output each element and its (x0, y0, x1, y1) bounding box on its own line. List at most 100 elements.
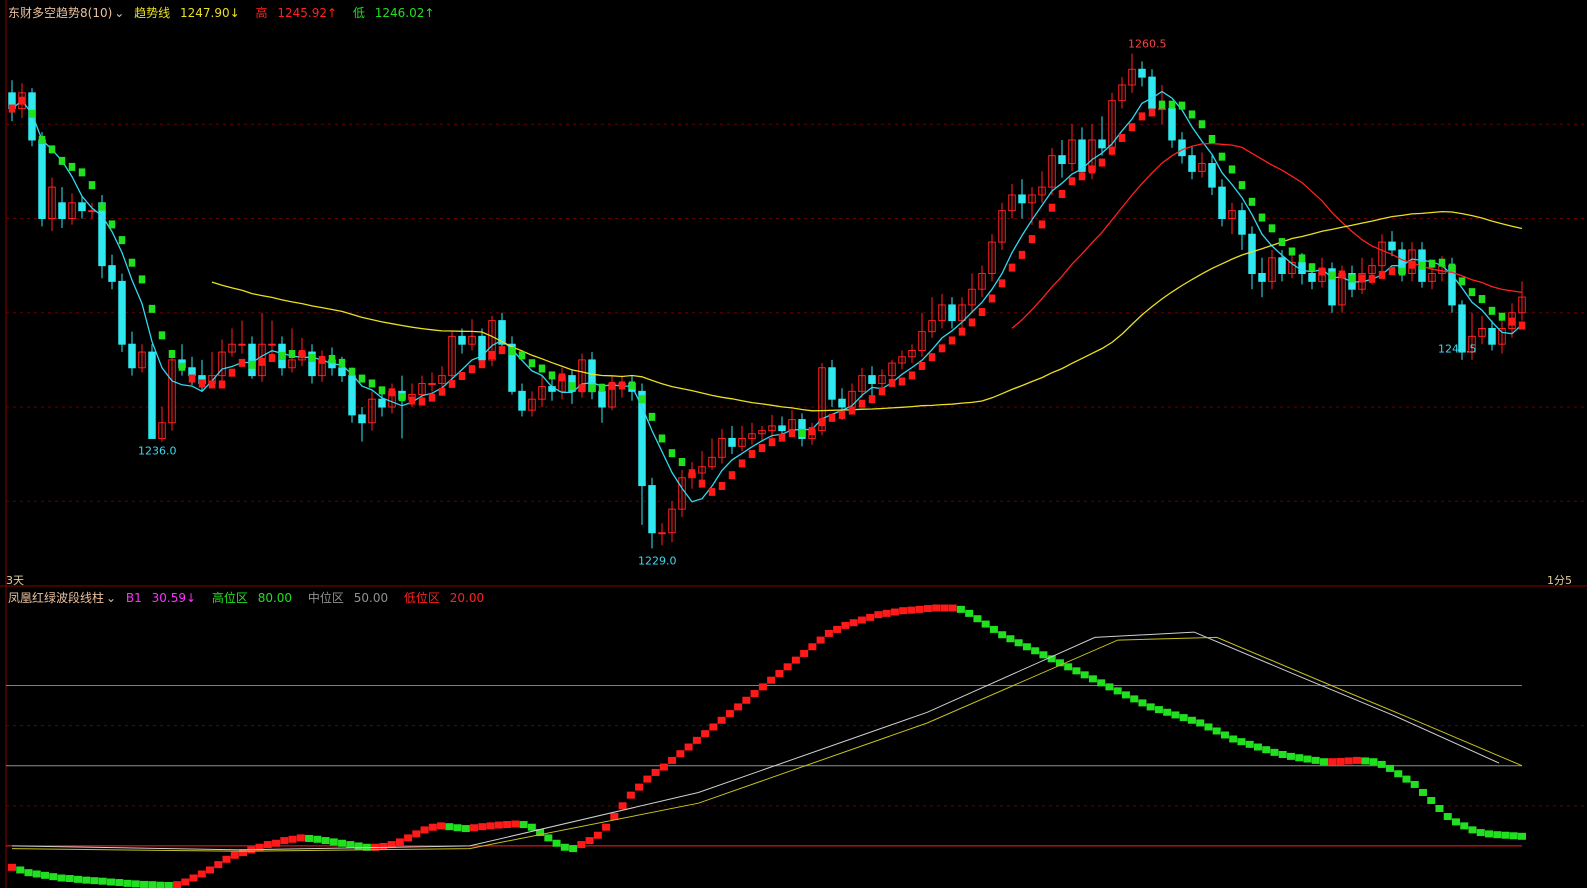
band-bar (1163, 708, 1172, 716)
trend-signal-block (1248, 197, 1256, 206)
trend-signal-block (1278, 238, 1286, 247)
trend-signal-block (128, 258, 136, 267)
band-bar (1394, 770, 1403, 778)
trend-signal-block (928, 353, 936, 362)
trend-signal-block (1338, 270, 1346, 279)
candle-body (1308, 273, 1316, 282)
band-bar (692, 736, 701, 744)
candle-body (188, 367, 196, 377)
band-bar (701, 730, 710, 738)
trend-signal-block (1108, 146, 1116, 155)
band-bar (643, 775, 652, 783)
trend-signal-block (248, 360, 256, 369)
trend-signal-block (1498, 312, 1506, 321)
trend-signal-block (398, 393, 406, 402)
trend-signal-block (568, 382, 576, 391)
trend-signal-block (38, 135, 46, 144)
kline-chart-canvas[interactable]: 1236.0 1229.0 1260.5 1242.5 (0, 0, 1587, 888)
band-bar (882, 609, 891, 617)
band-bar (313, 835, 322, 843)
candle-body (598, 390, 606, 408)
band-bar (1088, 675, 1097, 683)
candle-body (1148, 76, 1156, 110)
band-bar (915, 605, 924, 613)
trend-signal-block (1038, 220, 1046, 229)
band-bar (1022, 643, 1031, 651)
band-bar (833, 625, 842, 633)
candle-body (868, 375, 876, 384)
candle-body (1298, 262, 1306, 275)
band-bar (107, 878, 116, 886)
band-bar (956, 605, 965, 613)
trend-signal-block (1378, 270, 1386, 279)
trend-signal-block (1258, 213, 1266, 222)
trend-signal-block (608, 381, 616, 390)
candle-body (728, 437, 736, 447)
band-bar (791, 656, 800, 664)
band-bar (989, 625, 998, 633)
band-bar (1377, 760, 1386, 768)
trend-signal-block (168, 350, 176, 359)
band-bar (1270, 748, 1279, 756)
candle-body (358, 414, 366, 424)
candle-body (1138, 68, 1146, 78)
band-bar (1303, 755, 1312, 763)
trend-signal-block (778, 433, 786, 442)
candle-body (88, 210, 96, 213)
band-bar (1385, 764, 1394, 772)
band-bar (1220, 731, 1229, 739)
band-bar (486, 822, 495, 830)
trend-signal-block (98, 202, 106, 211)
trend-signal-block (958, 327, 966, 336)
band-bar (65, 875, 74, 883)
candle-body (148, 351, 156, 439)
band-bar (1427, 796, 1436, 804)
trend-signal-block (588, 384, 596, 393)
trend-signal-block (268, 353, 276, 362)
band-bar (1484, 830, 1493, 838)
band-bar (923, 605, 932, 613)
band-bar (395, 838, 404, 846)
band-bar (1278, 751, 1287, 759)
candle-body (778, 425, 786, 432)
trend-signal-block (388, 388, 396, 397)
band-bar (1130, 695, 1139, 703)
trend-signal-block (688, 469, 696, 478)
trend-signal-block (1478, 295, 1486, 304)
band-bar (1171, 711, 1180, 719)
trend-signal-block (988, 294, 996, 303)
trend-signal-block (758, 444, 766, 453)
candle-body (1188, 155, 1196, 172)
band-bar (222, 855, 231, 863)
band-bar (82, 876, 91, 884)
candle-body (98, 202, 106, 267)
osc-line-yellow (11, 636, 1523, 852)
trend-signal-block (78, 168, 86, 177)
band-bar (272, 839, 281, 847)
band-bar (709, 723, 718, 731)
candle-body (38, 139, 46, 220)
trend-signal-block (808, 427, 816, 436)
band-bar (181, 878, 190, 886)
candle-body (648, 485, 656, 534)
candle-body (108, 265, 116, 282)
band-bar (981, 620, 990, 628)
band-bar (1460, 822, 1469, 830)
band-bar (725, 710, 734, 718)
band-bar (1518, 832, 1526, 840)
band-bar (428, 823, 437, 831)
trend-signal-block (878, 387, 886, 396)
trend-signal-block (378, 386, 386, 395)
trend-signal-block (1138, 112, 1146, 121)
candle-body (828, 367, 836, 400)
band-bar (1237, 738, 1246, 746)
trend-signal-block (1118, 134, 1126, 143)
trend-signal-block (1328, 271, 1336, 280)
band-bar (74, 875, 83, 883)
trend-signal-block (8, 104, 16, 113)
band-bar (1006, 635, 1015, 643)
trend-signal-block (538, 364, 546, 373)
trend-signal-block (768, 438, 776, 447)
band-bar (1501, 831, 1510, 839)
trend-signal-block (718, 481, 726, 490)
